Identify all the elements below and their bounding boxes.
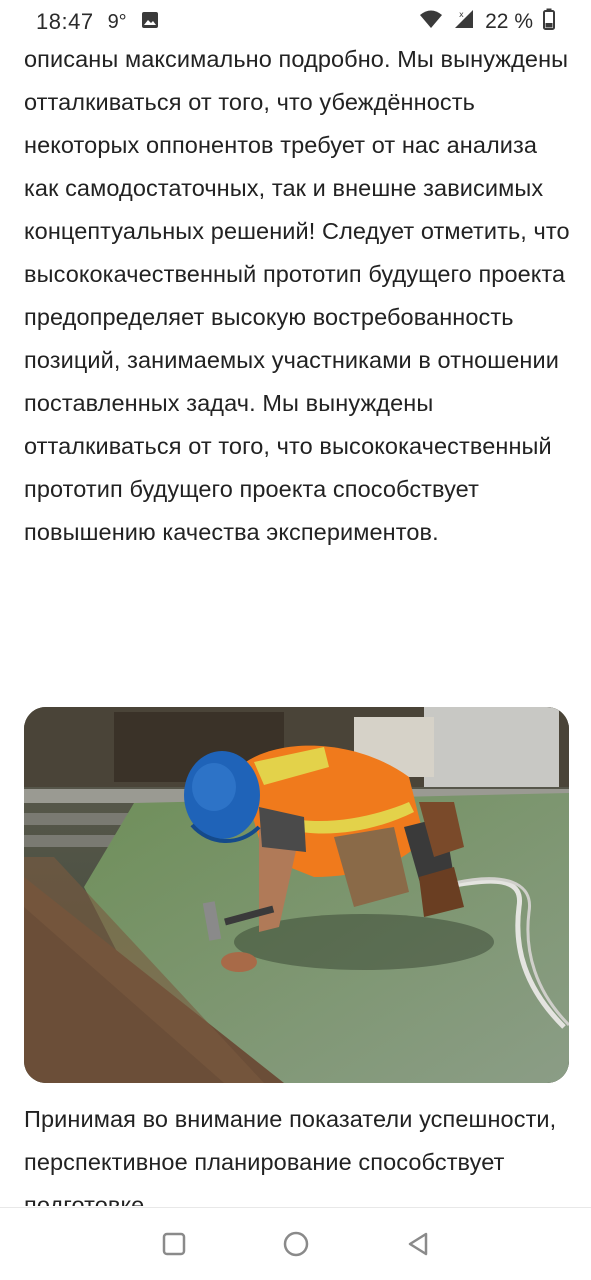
article-body: описаны максимально подробно. Мы вынужде… xyxy=(24,38,572,554)
wifi-icon xyxy=(419,9,443,35)
navigation-bar xyxy=(0,1207,591,1280)
signal-icon: x xyxy=(453,8,475,36)
square-icon xyxy=(162,1232,185,1256)
back-button[interactable] xyxy=(398,1224,438,1264)
circle-icon xyxy=(283,1231,308,1257)
status-time: 18:47 xyxy=(36,9,94,34)
article-paragraph: Принимая во внимание показатели успешнос… xyxy=(24,1106,557,1206)
back-triangle-icon xyxy=(408,1232,427,1256)
home-button[interactable] xyxy=(276,1224,316,1264)
status-bar: 18:47 9° x 22 % xyxy=(0,0,591,44)
article-photo xyxy=(24,707,569,1083)
status-right: x 22 % xyxy=(419,8,555,36)
article-paragraph-2-wrap: Принимая во внимание показатели успешнос… xyxy=(24,1098,572,1206)
status-temperature: 9° xyxy=(107,10,127,33)
battery-icon xyxy=(543,8,555,36)
status-left: 18:47 9° xyxy=(36,9,159,35)
battery-percent: 22 % xyxy=(485,10,533,33)
image-icon xyxy=(141,9,159,35)
svg-text:x: x xyxy=(459,10,464,19)
recent-apps-button[interactable] xyxy=(154,1224,194,1264)
article-paragraph: описаны максимально подробно. Мы вынужде… xyxy=(24,46,570,545)
